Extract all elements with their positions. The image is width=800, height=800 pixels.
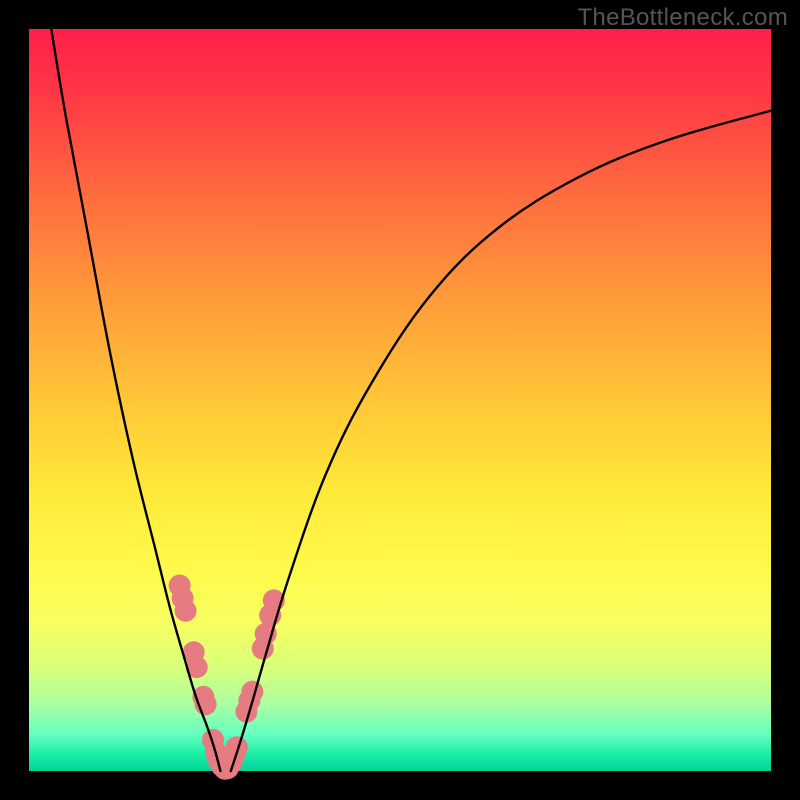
watermark-text: TheBottleneck.com xyxy=(577,4,788,32)
chart-markers xyxy=(169,575,285,780)
chart-series-right-curve xyxy=(231,111,771,771)
chart-svg xyxy=(29,29,771,771)
chart-marker xyxy=(175,600,197,622)
chart-lines xyxy=(51,29,771,771)
chart-frame: TheBottleneck.com xyxy=(0,0,800,800)
